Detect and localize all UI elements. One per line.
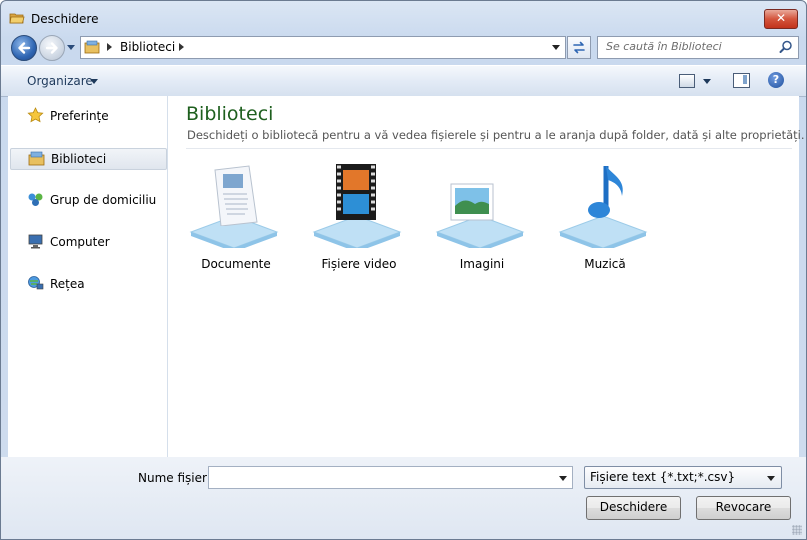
homegroup-icon (28, 193, 43, 206)
help-icon[interactable]: ? (768, 72, 784, 88)
library-label: Muzică (584, 257, 626, 271)
library-label: Fișiere video (321, 257, 397, 271)
page-title: Biblioteci (186, 103, 274, 125)
breadcrumb-arrow-icon[interactable] (179, 43, 184, 51)
library-tile-pictures[interactable]: Imagini (427, 164, 537, 274)
sidebar-item-libraries[interactable]: Biblioteci (10, 148, 167, 170)
recent-pages-dropdown-icon[interactable] (67, 45, 75, 50)
sidebar-item-label: Computer (50, 235, 110, 249)
library-tile-videos[interactable]: Fișiere video (304, 164, 414, 274)
search-box[interactable] (597, 36, 799, 59)
divider (186, 148, 792, 149)
refresh-icon (573, 41, 585, 54)
sidebar-item-label: Biblioteci (51, 152, 107, 166)
sidebar-item-homegroup[interactable]: Grup de domiciliu (8, 190, 165, 210)
sidebar-item-label: Grup de domiciliu (50, 193, 157, 207)
library-tile-documents[interactable]: Documente (181, 164, 291, 274)
navigation-bar: Biblioteci (1, 33, 806, 63)
filetype-select[interactable]: Fișiere text {*.txt;*.csv} (584, 466, 782, 489)
back-button[interactable] (11, 35, 37, 61)
library-label: Documente (201, 257, 271, 271)
open-button[interactable]: Deschidere (586, 496, 681, 520)
documents-library-icon (214, 165, 258, 226)
forward-button[interactable] (39, 35, 65, 61)
filename-dropdown-icon[interactable] (559, 476, 567, 481)
search-icon[interactable] (779, 40, 793, 54)
title-bar: Deschidere ✕ (1, 1, 806, 33)
chevron-down-icon[interactable] (90, 79, 98, 84)
forward-arrow-icon (45, 42, 58, 54)
library-content: Biblioteci Deschideți o bibliotecă pentr… (168, 96, 805, 457)
sidebar-item-label: Rețea (50, 277, 85, 291)
folder-open-icon (9, 13, 25, 24)
chevron-down-icon[interactable] (767, 476, 775, 481)
sidebar-item-network[interactable]: Rețea (8, 274, 165, 294)
change-view-button[interactable] (679, 74, 695, 88)
sidebar-item-computer[interactable]: Computer (8, 232, 165, 252)
libraries-icon (28, 151, 45, 166)
file-selection-panel: Nume fișier: Fișiere text {*.txt;*.csv} … (1, 457, 806, 539)
sidebar-item-label: Preferințe (50, 109, 109, 123)
filename-input[interactable] (213, 470, 547, 486)
music-library-icon (588, 166, 623, 218)
videos-library-icon (336, 164, 376, 220)
page-description: Deschideți o bibliotecă pentru a vă vede… (187, 128, 805, 142)
library-tile-music[interactable]: Muzică (550, 164, 660, 274)
refresh-button[interactable] (567, 36, 591, 59)
window-title: Deschidere (31, 12, 99, 26)
star-icon (27, 107, 44, 123)
breadcrumb-libraries[interactable]: Biblioteci (120, 40, 175, 54)
search-input[interactable] (604, 39, 776, 54)
command-bar: Organizare ? (1, 65, 806, 97)
organize-menu[interactable]: Organizare (27, 74, 93, 88)
sidebar-item-favorites[interactable]: Preferințe (8, 106, 165, 126)
navigation-pane: Preferințe Biblioteci Grup de domiciliu (8, 96, 168, 457)
computer-icon (28, 234, 43, 249)
address-bar[interactable]: Biblioteci (80, 36, 566, 59)
view-options-dropdown-icon[interactable] (703, 79, 711, 84)
close-button[interactable]: ✕ (764, 9, 798, 29)
filename-combobox[interactable] (208, 466, 573, 489)
back-arrow-icon (18, 42, 31, 54)
breadcrumb-arrow-icon[interactable] (107, 43, 112, 51)
address-history-dropdown-icon[interactable] (552, 45, 560, 50)
library-label: Imagini (459, 257, 505, 271)
cancel-button[interactable]: Revocare (696, 496, 791, 520)
resize-grip[interactable] (792, 525, 802, 535)
preview-pane-button[interactable] (733, 73, 750, 88)
filetype-selected-value: Fișiere text {*.txt;*.csv} (590, 470, 736, 484)
filename-label: Nume fișier: (138, 471, 211, 485)
network-icon (28, 276, 44, 290)
pictures-library-icon (450, 183, 494, 221)
libraries-icon (84, 40, 100, 54)
open-file-dialog: Deschidere ✕ Biblioteci Se caută în Bibl… (0, 0, 807, 540)
